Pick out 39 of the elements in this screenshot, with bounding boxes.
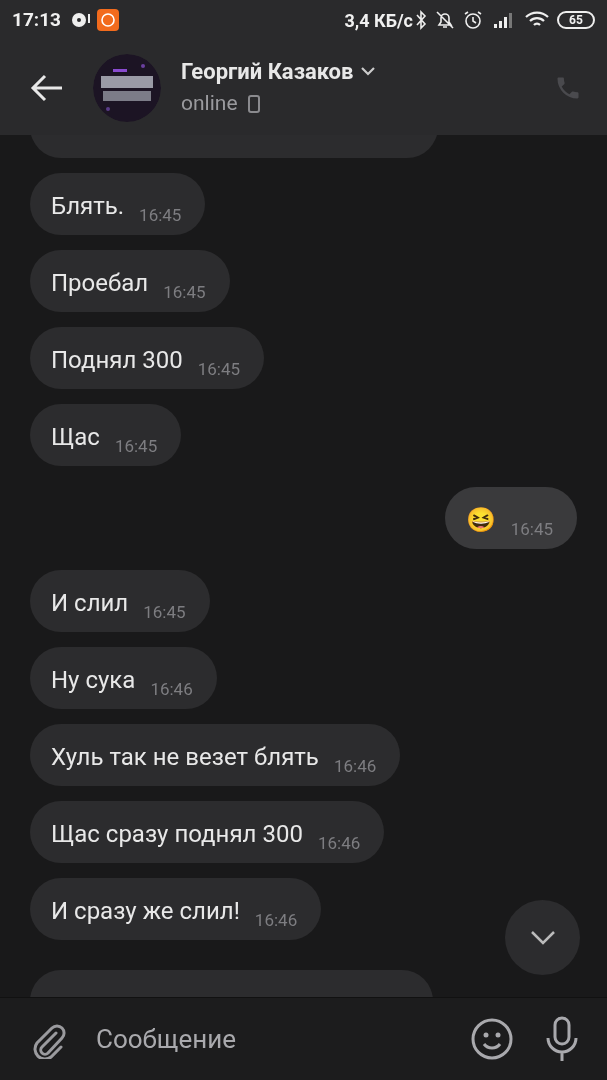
message-text: 😆: [465, 505, 496, 535]
message-text: Щас сразу поднял 300: [51, 819, 303, 849]
status-time: 17:13: [12, 6, 61, 33]
bell-muted-icon: [435, 10, 455, 30]
message-time: 16:45: [114, 436, 158, 456]
message-text: Блять.: [51, 191, 125, 221]
microphone-button[interactable]: [545, 1016, 579, 1062]
emoji-button[interactable]: [471, 1018, 513, 1060]
network-speed: 3,4 КБ/с: [344, 8, 413, 33]
back-arrow-icon: [30, 73, 64, 102]
app-notification-icon: [96, 9, 119, 31]
message-time: 16:46: [254, 910, 298, 930]
bluetooth-icon: [415, 10, 427, 30]
message-text: Поднял 300: [51, 345, 183, 375]
message-time: 16:46: [317, 833, 361, 853]
message-text: Проебал: [51, 268, 149, 298]
chevron-down-icon[interactable]: [361, 67, 376, 77]
message-text: Хуль так не везет блять: [51, 742, 319, 772]
message-time: 16:45: [139, 205, 182, 225]
presence-status: online: [181, 90, 238, 118]
chevron-down-icon: [529, 930, 556, 945]
message-time: 16:45: [163, 282, 206, 302]
message-text: И сразу же слил!: [51, 896, 240, 926]
message-time: 16:45: [143, 602, 186, 622]
message-time: 16:45: [510, 519, 553, 539]
battery-icon: 65: [557, 11, 595, 29]
message-time: 16:46: [333, 756, 377, 776]
message-time: 16:45: [197, 359, 241, 379]
microphone-icon: [545, 1016, 579, 1062]
message-text: Ну сука: [51, 665, 136, 695]
message-text: Щас: [51, 422, 100, 452]
signal-icon: [493, 11, 515, 29]
contact-name[interactable]: Георгий Казаков: [181, 55, 354, 89]
phone-device-icon: [247, 95, 260, 113]
message-time: 16:46: [150, 679, 193, 699]
message-input[interactable]: Сообщение: [96, 1019, 461, 1059]
message-text: И слил: [51, 588, 129, 618]
alarm-icon: [463, 10, 483, 30]
smiley-icon: [471, 1018, 513, 1060]
